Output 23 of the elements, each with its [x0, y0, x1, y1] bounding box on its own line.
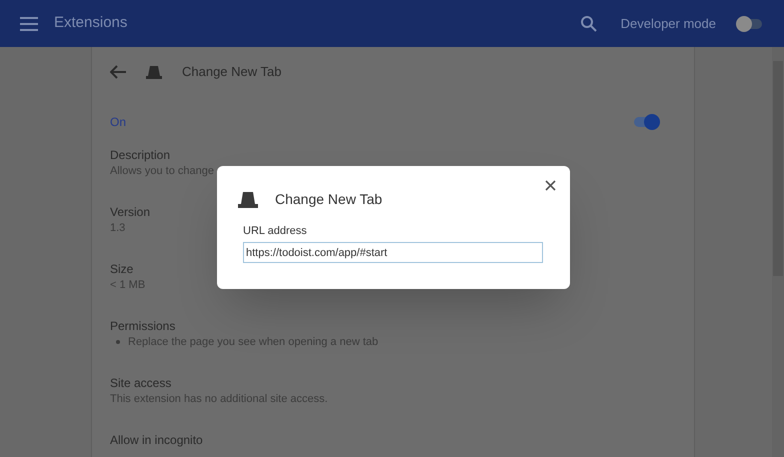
section-heading: Size: [110, 261, 134, 277]
dialog-title: Change New Tab: [275, 190, 382, 209]
section-heading: Site access: [110, 375, 172, 391]
section-heading: Allow in incognito: [110, 432, 203, 448]
section-heading: Permissions: [110, 318, 176, 334]
extension-icon: [238, 192, 258, 208]
developer-mode-toggle[interactable]: [736, 16, 764, 32]
url-field[interactable]: https://todoist.com/app/#start: [243, 242, 543, 263]
section-heading: Version: [110, 204, 150, 220]
status-label: On: [110, 114, 126, 131]
page-title: Extensions: [54, 13, 128, 34]
enabled-toggle[interactable]: [632, 114, 660, 130]
back-arrow-icon[interactable]: [110, 65, 126, 79]
extension-title: Change New Tab: [182, 63, 282, 82]
search-icon[interactable]: [580, 16, 597, 32]
field-label: URL address: [243, 224, 308, 239]
close-icon[interactable]: [545, 180, 556, 191]
scrollbar[interactable]: [772, 47, 784, 457]
bullet-icon: [116, 340, 120, 344]
menu-icon[interactable]: [20, 16, 38, 30]
section-heading: Description: [110, 147, 170, 163]
extension-icon: [146, 66, 162, 78]
developer-mode-label: Developer mode: [620, 14, 716, 33]
